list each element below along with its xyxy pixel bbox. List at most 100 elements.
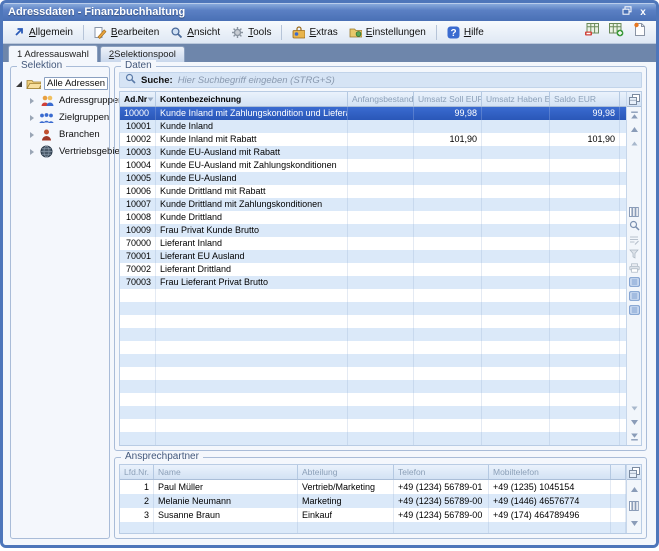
daten-table-row[interactable]: 10008 Kunde Drittland <box>120 211 626 224</box>
scroll-top-icon[interactable] <box>628 110 640 121</box>
column-header-umsatz-soll[interactable]: Umsatz Soll EUR <box>414 92 482 106</box>
ansprechpartner-table: Lfd.Nr. Name Abteilung Telefon Mobiltele… <box>119 464 642 534</box>
titlebar: Adressdaten - Finanzbuchhaltung x <box>3 3 656 21</box>
tree-item-vertriebsgebiete[interactable]: Vertriebsgebiete <box>27 143 107 160</box>
empty-row[interactable] <box>120 367 626 380</box>
tree-item-zielgruppen[interactable]: Zielgruppen <box>27 109 107 126</box>
menu-item-bearbeiten[interactable]: Bearbeiten <box>89 24 164 41</box>
ansprechpartner-side-rail <box>626 465 641 533</box>
column-header-mobiltelefon[interactable]: Mobiltelefon <box>489 465 611 479</box>
daten-table-row[interactable]: 70001 Lieferant EU Ausland <box>120 250 626 263</box>
daten-table-row[interactable]: 10007 Kunde Drittland mit Zahlungskondit… <box>120 198 626 211</box>
empty-row[interactable] <box>120 419 626 432</box>
daten-table-row[interactable]: 70002 Lieferant Drittland <box>120 263 626 276</box>
remove-table-button[interactable] <box>583 24 600 40</box>
empty-row[interactable] <box>120 354 626 367</box>
restore-icon <box>622 6 632 18</box>
columns-icon[interactable] <box>628 206 640 217</box>
add-table-button[interactable] <box>607 24 624 40</box>
empty-row[interactable] <box>120 393 626 406</box>
menu-item-ansicht[interactable]: Ansicht <box>165 24 225 41</box>
tree-item-adressgruppen[interactable]: Adressgruppen <box>27 92 107 109</box>
daten-table-row[interactable]: 10005 Kunde EU-Ausland <box>120 172 626 185</box>
scroll-bottom-icon[interactable] <box>628 431 640 442</box>
new-document-button[interactable] <box>631 24 648 40</box>
help-icon: ? <box>447 26 460 39</box>
empty-row[interactable] <box>120 302 626 315</box>
column-header-saldo[interactable]: Saldo EUR <box>550 92 620 106</box>
column-header-abteilung[interactable]: Abteilung <box>298 465 394 479</box>
filter-icon[interactable] <box>628 248 640 259</box>
expand-arrow-icon[interactable] <box>27 149 36 155</box>
column-header-anfangsbestand[interactable]: Anfangsbestand EUR <box>348 92 414 106</box>
empty-row[interactable] <box>120 315 626 328</box>
Susanne Braun[interactable]: 3 Susanne Braun Einkauf +49 (1234) 56789… <box>120 508 626 522</box>
gear-icon <box>231 26 244 39</box>
scroll-up-icon[interactable] <box>628 484 640 495</box>
search-input[interactable]: Suche: Hier Suchbegriff eingeben (STRG+S… <box>119 72 642 88</box>
search-small-icon <box>125 71 136 89</box>
expand-arrow-icon[interactable] <box>27 115 36 121</box>
daten-table-row[interactable]: 10004 Kunde EU-Ausland mit Zahlungskondi… <box>120 159 626 172</box>
tabstrip: 1 Adressauswahl2 Selektionspool <box>3 44 656 62</box>
copy-grid-icon[interactable] <box>628 94 640 105</box>
page-down-icon[interactable] <box>628 403 640 414</box>
daten-groupbox: Daten Suche: Hier Suchbegriff eingeben (… <box>114 66 647 451</box>
filter-edit-icon[interactable] <box>628 234 640 245</box>
globe-icon <box>39 145 54 158</box>
menu-item-allgemein[interactable]: Allgemein <box>7 24 78 41</box>
columns-icon[interactable] <box>628 501 640 512</box>
expand-arrow-icon[interactable] <box>27 98 36 104</box>
list-view-icon[interactable] <box>628 290 640 301</box>
folder-open-icon <box>26 77 41 90</box>
group-icon <box>39 111 54 124</box>
zoom-icon[interactable] <box>628 220 640 231</box>
daten-table-row[interactable]: 10009 Frau Privat Kunde Brutto <box>120 224 626 237</box>
Melanie Neumann[interactable]: 2 Melanie Neumann Marketing +49 (1234) 5… <box>120 494 626 508</box>
empty-row[interactable] <box>120 522 626 533</box>
daten-table-row[interactable]: 10002 Kunde Inland mit Rabatt 101,90 101… <box>120 133 626 146</box>
expand-arrow-icon[interactable] <box>27 132 36 138</box>
column-header-name[interactable]: Name <box>154 465 298 479</box>
empty-row[interactable] <box>120 380 626 393</box>
daten-table-row[interactable]: 10001 Kunde Inland <box>120 120 626 133</box>
expand-arrow-icon[interactable] <box>14 81 23 87</box>
menu-item-tools[interactable]: Tools <box>226 24 276 41</box>
daten-table-row[interactable]: 10000 Kunde Inland mit Zahlungskondition… <box>120 107 626 120</box>
close-button[interactable]: x <box>635 5 651 19</box>
Paul Müller[interactable]: 1 Paul Müller Vertrieb/Marketing +49 (12… <box>120 480 626 494</box>
scroll-down-icon[interactable] <box>628 518 640 529</box>
list-view-icon[interactable] <box>628 276 640 287</box>
svg-text:?: ? <box>450 28 456 39</box>
daten-table-row[interactable]: 70000 Lieferant Inland <box>120 237 626 250</box>
empty-row[interactable] <box>120 406 626 419</box>
empty-row[interactable] <box>120 341 626 354</box>
toolbar-right <box>583 24 652 40</box>
copy-grid-icon[interactable] <box>628 467 640 478</box>
tree-item-branchen[interactable]: Branchen <box>27 126 107 143</box>
column-header-telefon[interactable]: Telefon <box>394 465 489 479</box>
daten-table-row[interactable]: 10006 Kunde Drittland mit Rabatt <box>120 185 626 198</box>
column-header-adnr[interactable]: Ad.Nr <box>120 92 156 106</box>
scroll-down-icon[interactable] <box>628 417 640 428</box>
doc-new-icon <box>633 22 646 42</box>
menu-item-extras[interactable]: Extras <box>287 24 342 41</box>
list-view-icon[interactable] <box>628 304 640 315</box>
scroll-up-icon[interactable] <box>628 124 640 135</box>
page-up-icon[interactable] <box>628 138 640 149</box>
empty-row[interactable] <box>120 432 626 445</box>
column-header-umsatz-haben[interactable]: Umsatz Haben EUR <box>482 92 550 106</box>
restore-button[interactable] <box>619 5 635 19</box>
menu-item-einstellungen[interactable]: Einstellungen <box>344 24 431 41</box>
column-header-kontenbezeichnung[interactable]: Kontenbezeichnung <box>156 92 348 106</box>
empty-row[interactable] <box>120 328 626 341</box>
menu-item-hilfe[interactable]: ? Hilfe <box>442 24 489 41</box>
column-header-lfdnr[interactable]: Lfd.Nr. <box>120 465 154 479</box>
daten-table-row[interactable]: 70003 Frau Lieferant Privat Brutto <box>120 276 626 289</box>
printer-icon[interactable] <box>628 262 640 273</box>
menu-separator <box>83 25 84 40</box>
daten-table-body: 10000 Kunde Inland mit Zahlungskondition… <box>120 107 626 445</box>
daten-table-row[interactable]: 10003 Kunde EU-Ausland mit Rabatt <box>120 146 626 159</box>
tree-item-alle-adressen[interactable]: Alle Adressen <box>14 75 107 92</box>
empty-row[interactable] <box>120 289 626 302</box>
